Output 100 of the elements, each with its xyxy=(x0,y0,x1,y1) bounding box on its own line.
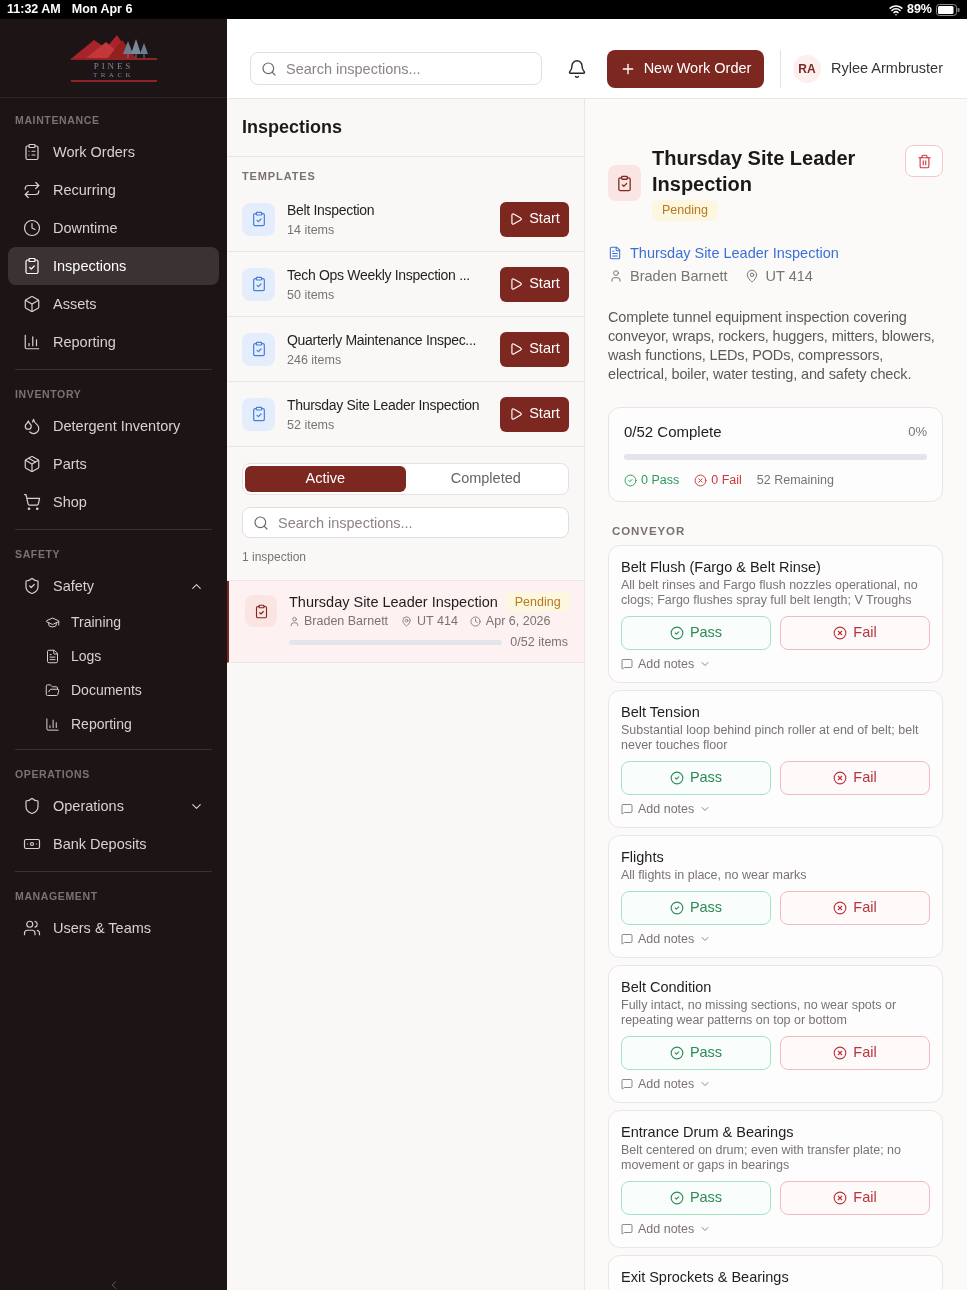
wifi-icon xyxy=(888,2,903,17)
trash-icon xyxy=(916,153,932,169)
shield-icon xyxy=(23,797,41,815)
start-button[interactable]: Start xyxy=(500,331,569,367)
start-button[interactable]: Start xyxy=(500,201,569,237)
pass-button[interactable]: Pass xyxy=(621,761,771,795)
inspection-row[interactable]: Thursday Site Leader Inspection Pending Braden Barnett UT 414 Apr 6, 2026 0/52 items xyxy=(227,581,584,663)
progress-count: 0/52 items xyxy=(510,634,568,650)
fail-button[interactable]: Fail xyxy=(780,1036,930,1070)
check-circle-icon xyxy=(669,901,684,915)
nav-item[interactable]: Recurring xyxy=(8,171,219,209)
section-label: CONVEYOR xyxy=(611,524,687,538)
template-count: 52 items xyxy=(287,416,335,433)
section-label: INVENTORY xyxy=(14,387,83,401)
add-notes-button[interactable]: Add notes xyxy=(621,931,712,947)
search-icon xyxy=(253,514,269,531)
status-date: Mon Apr 6 xyxy=(71,1,133,19)
add-notes-button[interactable]: Add notes xyxy=(621,1076,712,1092)
user-avatar[interactable]: RA xyxy=(793,54,821,83)
nav-item[interactable]: Shop xyxy=(8,483,219,521)
delete-button[interactable] xyxy=(905,145,943,177)
nav-item[interactable]: Safety xyxy=(8,567,219,605)
clock-icon xyxy=(23,219,41,237)
nav-subitem[interactable]: Reporting xyxy=(8,707,219,741)
notifications-bell-icon[interactable] xyxy=(567,58,587,79)
clipboard-list-icon xyxy=(23,143,41,161)
nav-item[interactable]: Assets xyxy=(8,285,219,323)
clipboard-check-icon xyxy=(608,165,641,201)
nav-item[interactable]: Operations xyxy=(8,787,219,825)
item-title: Flights xyxy=(621,848,665,867)
nav-item[interactable]: Inspections xyxy=(8,247,219,285)
fail-button[interactable]: Fail xyxy=(780,761,930,795)
item-title: Belt Flush (Fargo & Belt Rinse) xyxy=(621,558,822,577)
graduation-cap-icon xyxy=(45,614,60,630)
fail-button[interactable]: Fail xyxy=(780,891,930,925)
nav-subitem[interactable]: Logs xyxy=(8,639,219,673)
nav-subitem[interactable]: Training xyxy=(8,605,219,639)
comment-icon xyxy=(621,933,633,945)
tab[interactable]: Completed xyxy=(405,466,566,492)
pass-button[interactable]: Pass xyxy=(621,1181,771,1215)
template-link[interactable]: Thursday Site Leader Inspection xyxy=(630,243,839,263)
x-circle-icon xyxy=(694,473,708,487)
item-description: Fully intact, no missing sections, no wear spots or repeating wear patterns on top or bottom xyxy=(621,998,898,1028)
pass-button[interactable]: Pass xyxy=(621,1036,771,1070)
repeat-icon xyxy=(23,181,41,199)
folder-icon xyxy=(45,682,60,698)
fail-count: 0 Fail xyxy=(711,472,742,488)
droplets-icon xyxy=(23,417,41,435)
start-button[interactable]: Start xyxy=(500,266,569,302)
new-work-order-button[interactable]: New Work Order xyxy=(607,49,764,88)
bar-chart-icon xyxy=(45,716,60,732)
check-circle-icon xyxy=(669,1191,684,1205)
play-icon xyxy=(509,407,524,421)
item-title: Belt Condition xyxy=(621,978,713,997)
nav-item[interactable]: Parts xyxy=(8,445,219,483)
logo-text: PINES xyxy=(93,62,134,71)
template-name: Tech Ops Weekly Inspection ... xyxy=(287,265,470,284)
progress-title: 0/52 Complete xyxy=(624,422,722,442)
check-circle-icon xyxy=(624,473,637,487)
progress-percent: 0% xyxy=(908,423,927,442)
check-circle-icon xyxy=(669,771,684,785)
location: UT 414 xyxy=(765,267,813,286)
fail-button[interactable]: Fail xyxy=(780,1181,930,1215)
panel-title: Inspections xyxy=(242,116,343,139)
pass-count: 0 Pass xyxy=(641,472,680,488)
add-notes-button[interactable]: Add notes xyxy=(621,1221,712,1237)
tab[interactable]: Active xyxy=(245,466,406,492)
clipboard-check-icon xyxy=(242,332,275,366)
clipboard-check-icon xyxy=(23,257,41,275)
play-icon xyxy=(509,212,524,226)
search-icon xyxy=(261,60,277,77)
start-button[interactable]: Start xyxy=(500,396,569,432)
search-field[interactable]: Search inspections... xyxy=(242,507,569,538)
section-label: TEMPLATES xyxy=(241,170,317,182)
nav-item[interactable]: Bank Deposits xyxy=(8,825,219,863)
nav-subitem[interactable]: Documents xyxy=(8,673,219,707)
section-label: MANAGEMENT xyxy=(14,889,99,903)
search-field[interactable]: Search inspections... xyxy=(250,52,542,85)
nav-item[interactable]: Work Orders xyxy=(8,133,219,171)
status-badge: Pending xyxy=(652,200,718,221)
clipboard-check-icon xyxy=(242,202,275,236)
item-description: All flights in place, no wear marks xyxy=(621,868,808,883)
comment-icon xyxy=(621,658,633,670)
nav-item[interactable]: Downtime xyxy=(8,209,219,247)
battery-percent: 89% xyxy=(906,1,932,19)
user-name[interactable]: Rylee Armbruster xyxy=(831,57,943,80)
fail-button[interactable]: Fail xyxy=(780,616,930,650)
remaining-count: 52 Remaining xyxy=(756,472,834,488)
document-icon xyxy=(608,246,622,260)
item-description: Substantial loop behind pinch roller at end of belt; belt never touches floor xyxy=(621,723,920,753)
nav-item[interactable]: Detergent Inventory xyxy=(8,407,219,445)
pass-button[interactable]: Pass xyxy=(621,891,771,925)
template-count: 14 items xyxy=(287,221,335,238)
nav-item[interactable]: Users & Teams xyxy=(8,909,219,947)
add-notes-button[interactable]: Add notes xyxy=(621,656,712,672)
pass-button[interactable]: Pass xyxy=(621,616,771,650)
template-name: Thursday Site Leader Inspection xyxy=(287,395,480,414)
template-name: Quarterly Maintenance Inspec... xyxy=(287,330,477,349)
add-notes-button[interactable]: Add notes xyxy=(621,801,712,817)
nav-item[interactable]: Reporting xyxy=(8,323,219,361)
